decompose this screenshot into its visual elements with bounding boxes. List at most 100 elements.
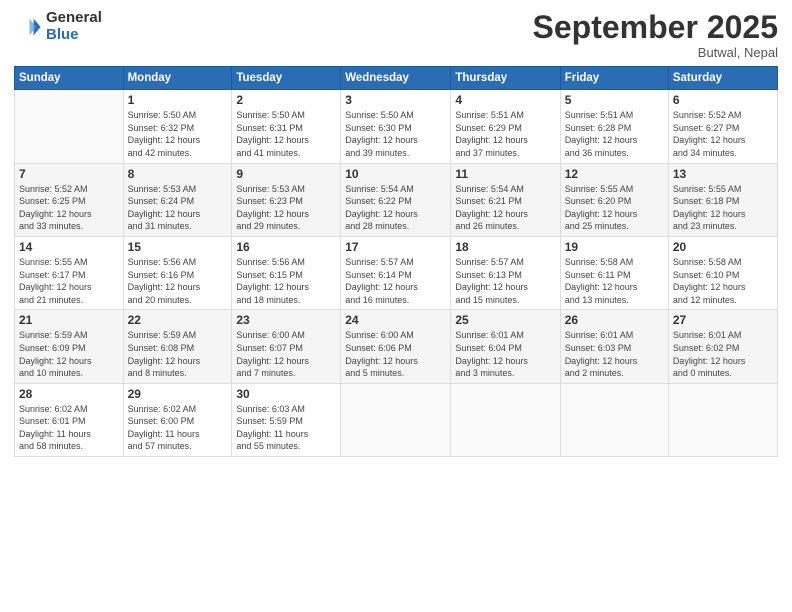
col-wednesday: Wednesday (341, 67, 451, 90)
day-info: Sunrise: 5:55 AMSunset: 6:18 PMDaylight:… (673, 183, 773, 233)
day-info: Sunrise: 6:03 AMSunset: 5:59 PMDaylight:… (236, 403, 336, 453)
day-info: Sunrise: 5:53 AMSunset: 6:24 PMDaylight:… (128, 183, 228, 233)
title-section: September 2025 Butwal, Nepal (533, 10, 778, 60)
day-number: 22 (128, 313, 228, 327)
day-number: 5 (565, 93, 664, 107)
day-info: Sunrise: 5:53 AMSunset: 6:23 PMDaylight:… (236, 183, 336, 233)
day-info: Sunrise: 5:55 AMSunset: 6:17 PMDaylight:… (19, 256, 119, 306)
table-row: 11 Sunrise: 5:54 AMSunset: 6:21 PMDayligh… (451, 163, 560, 236)
table-row: 17 Sunrise: 5:57 AMSunset: 6:14 PMDayligh… (341, 236, 451, 309)
day-info: Sunrise: 5:58 AMSunset: 6:11 PMDaylight:… (565, 256, 664, 306)
table-row (668, 383, 777, 456)
table-row: 16 Sunrise: 5:56 AMSunset: 6:15 PMDayligh… (232, 236, 341, 309)
table-row: 27 Sunrise: 6:01 AMSunset: 6:02 PMDayligh… (668, 310, 777, 383)
table-row: 5 Sunrise: 5:51 AMSunset: 6:28 PMDaylight… (560, 90, 668, 163)
day-info: Sunrise: 5:51 AMSunset: 6:29 PMDaylight:… (455, 109, 555, 159)
day-info: Sunrise: 5:54 AMSunset: 6:22 PMDaylight:… (345, 183, 446, 233)
logo-general-text: General (46, 10, 102, 27)
day-number: 27 (673, 313, 773, 327)
day-info: Sunrise: 5:56 AMSunset: 6:15 PMDaylight:… (236, 256, 336, 306)
day-number: 20 (673, 240, 773, 254)
table-row: 8 Sunrise: 5:53 AMSunset: 6:24 PMDaylight… (123, 163, 232, 236)
col-saturday: Saturday (668, 67, 777, 90)
table-row: 14Sunrise: 5:55 AMSunset: 6:17 PMDayligh… (15, 236, 124, 309)
day-number: 7 (19, 167, 119, 181)
table-row: 7 Sunrise: 5:52 AMSunset: 6:25 PMDaylight… (15, 163, 124, 236)
page-header: General Blue September 2025 Butwal, Nepa… (14, 10, 778, 60)
day-number: 8 (128, 167, 228, 181)
calendar-header-row: Sunday Monday Tuesday Wednesday Thursday… (15, 67, 778, 90)
day-number: 1 (128, 93, 228, 107)
calendar-table: Sunday Monday Tuesday Wednesday Thursday… (14, 66, 778, 457)
table-row: 23 Sunrise: 6:00 AMSunset: 6:07 PMDayligh… (232, 310, 341, 383)
day-number: 16 (236, 240, 336, 254)
day-info: Sunrise: 5:58 AMSunset: 6:10 PMDaylight:… (673, 256, 773, 306)
day-info: Sunrise: 6:00 AMSunset: 6:06 PMDaylight:… (345, 329, 446, 379)
day-number: 28 (19, 387, 119, 401)
day-number: 26 (565, 313, 664, 327)
day-info: Sunrise: 5:50 AMSunset: 6:31 PMDaylight:… (236, 109, 336, 159)
table-row (15, 90, 124, 163)
table-row (451, 383, 560, 456)
table-row: 1 Sunrise: 5:50 AMSunset: 6:32 PMDaylight… (123, 90, 232, 163)
table-row: 30 Sunrise: 6:03 AMSunset: 5:59 PMDayligh… (232, 383, 341, 456)
day-info: Sunrise: 5:56 AMSunset: 6:16 PMDaylight:… (128, 256, 228, 306)
col-friday: Friday (560, 67, 668, 90)
table-row: 20 Sunrise: 5:58 AMSunset: 6:10 PMDayligh… (668, 236, 777, 309)
table-row: 28Sunrise: 6:02 AMSunset: 6:01 PMDayligh… (15, 383, 124, 456)
table-row: 21 Sunrise: 5:59 AMSunset: 6:09 PMDayligh… (15, 310, 124, 383)
day-number: 23 (236, 313, 336, 327)
day-number: 12 (565, 167, 664, 181)
table-row: 19 Sunrise: 5:58 AMSunset: 6:11 PMDayligh… (560, 236, 668, 309)
table-row: 2 Sunrise: 5:50 AMSunset: 6:31 PMDaylight… (232, 90, 341, 163)
day-number: 30 (236, 387, 336, 401)
day-info: Sunrise: 5:57 AMSunset: 6:13 PMDaylight:… (455, 256, 555, 306)
col-monday: Monday (123, 67, 232, 90)
table-row: 15Sunrise: 5:56 AMSunset: 6:16 PMDayligh… (123, 236, 232, 309)
day-info: Sunrise: 6:01 AMSunset: 6:03 PMDaylight:… (565, 329, 664, 379)
day-info: Sunrise: 5:50 AMSunset: 6:32 PMDaylight:… (128, 109, 228, 159)
day-info: Sunrise: 5:52 AMSunset: 6:25 PMDaylight:… (19, 183, 119, 233)
day-number: 10 (345, 167, 446, 181)
table-row: 26 Sunrise: 6:01 AMSunset: 6:03 PMDayligh… (560, 310, 668, 383)
day-info: Sunrise: 5:54 AMSunset: 6:21 PMDaylight:… (455, 183, 555, 233)
table-row: 25 Sunrise: 6:01 AMSunset: 6:04 PMDayligh… (451, 310, 560, 383)
table-row: 24 Sunrise: 6:00 AMSunset: 6:06 PMDayligh… (341, 310, 451, 383)
day-number: 2 (236, 93, 336, 107)
day-info: Sunrise: 5:55 AMSunset: 6:20 PMDaylight:… (565, 183, 664, 233)
day-number: 21 (19, 313, 119, 327)
day-info: Sunrise: 6:01 AMSunset: 6:04 PMDaylight:… (455, 329, 555, 379)
calendar-week-row: 28Sunrise: 6:02 AMSunset: 6:01 PMDayligh… (15, 383, 778, 456)
day-info: Sunrise: 5:59 AMSunset: 6:09 PMDaylight:… (19, 329, 119, 379)
day-info: Sunrise: 5:51 AMSunset: 6:28 PMDaylight:… (565, 109, 664, 159)
calendar-week-row: 21 Sunrise: 5:59 AMSunset: 6:09 PMDayligh… (15, 310, 778, 383)
table-row: 9Sunrise: 5:53 AMSunset: 6:23 PMDaylight… (232, 163, 341, 236)
day-number: 25 (455, 313, 555, 327)
table-row: 12 Sunrise: 5:55 AMSunset: 6:20 PMDayligh… (560, 163, 668, 236)
table-row (560, 383, 668, 456)
day-number: 3 (345, 93, 446, 107)
day-info: Sunrise: 5:59 AMSunset: 6:08 PMDaylight:… (128, 329, 228, 379)
logo-blue-text: Blue (46, 27, 102, 44)
table-row: 4Sunrise: 5:51 AMSunset: 6:29 PMDaylight… (451, 90, 560, 163)
calendar-week-row: 14Sunrise: 5:55 AMSunset: 6:17 PMDayligh… (15, 236, 778, 309)
day-number: 24 (345, 313, 446, 327)
day-number: 11 (455, 167, 555, 181)
table-row: 22 Sunrise: 5:59 AMSunset: 6:08 PMDayligh… (123, 310, 232, 383)
day-info: Sunrise: 5:50 AMSunset: 6:30 PMDaylight:… (345, 109, 446, 159)
table-row: 13Sunrise: 5:55 AMSunset: 6:18 PMDayligh… (668, 163, 777, 236)
day-info: Sunrise: 5:57 AMSunset: 6:14 PMDaylight:… (345, 256, 446, 306)
logo-icon (14, 13, 42, 41)
day-number: 19 (565, 240, 664, 254)
day-info: Sunrise: 6:02 AMSunset: 6:00 PMDaylight:… (128, 403, 228, 453)
day-number: 17 (345, 240, 446, 254)
day-info: Sunrise: 6:01 AMSunset: 6:02 PMDaylight:… (673, 329, 773, 379)
month-title: September 2025 (533, 10, 778, 45)
col-sunday: Sunday (15, 67, 124, 90)
table-row (341, 383, 451, 456)
day-number: 18 (455, 240, 555, 254)
day-number: 6 (673, 93, 773, 107)
col-thursday: Thursday (451, 67, 560, 90)
table-row: 10 Sunrise: 5:54 AMSunset: 6:22 PMDayligh… (341, 163, 451, 236)
day-info: Sunrise: 6:00 AMSunset: 6:07 PMDaylight:… (236, 329, 336, 379)
